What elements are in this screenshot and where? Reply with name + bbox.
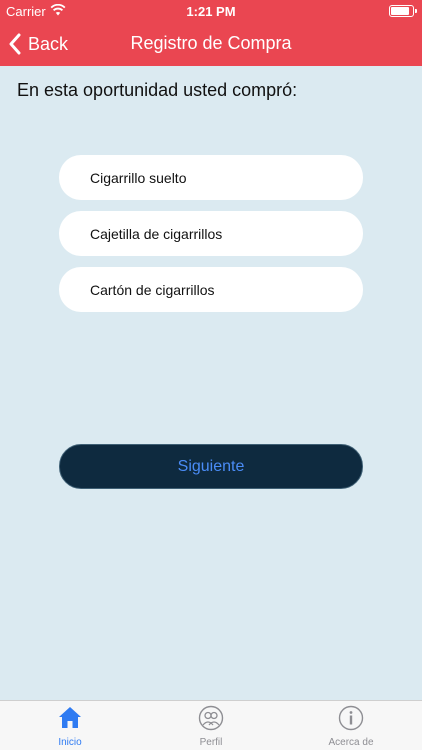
tab-inicio-label: Inicio (58, 737, 82, 748)
clock-time: 1:21 PM (186, 4, 236, 19)
profile-icon (198, 705, 224, 731)
info-icon (338, 705, 364, 731)
tab-acerca-de[interactable]: Acerca de (281, 705, 421, 750)
page-title: Registro de Compra (130, 33, 292, 53)
home-icon (59, 707, 81, 728)
option-cigarrillo-suelto[interactable]: Cigarrillo suelto (59, 155, 363, 200)
header-bar: Carrier 1:21 PM Back Registro de Compra (0, 0, 422, 66)
tab-bar: Inicio Perfil Acerca de (0, 700, 422, 750)
purchase-prompt: En esta oportunidad usted compró: (17, 80, 298, 100)
next-button[interactable]: Siguiente (59, 444, 363, 489)
tab-acerca-de-label: Acerca de (328, 737, 374, 748)
tab-inicio[interactable]: Inicio (0, 705, 140, 750)
option-cajetilla[interactable]: Cajetilla de cigarrillos (59, 211, 363, 256)
battery-icon (389, 5, 417, 17)
tab-perfil[interactable]: Perfil (141, 705, 281, 750)
option-carton[interactable]: Cartón de cigarrillos (59, 267, 363, 312)
status-bar: Carrier 1:21 PM (0, 0, 422, 22)
navigation-bar: Back Registro de Compra (0, 22, 422, 66)
tab-perfil-label: Perfil (199, 737, 223, 748)
